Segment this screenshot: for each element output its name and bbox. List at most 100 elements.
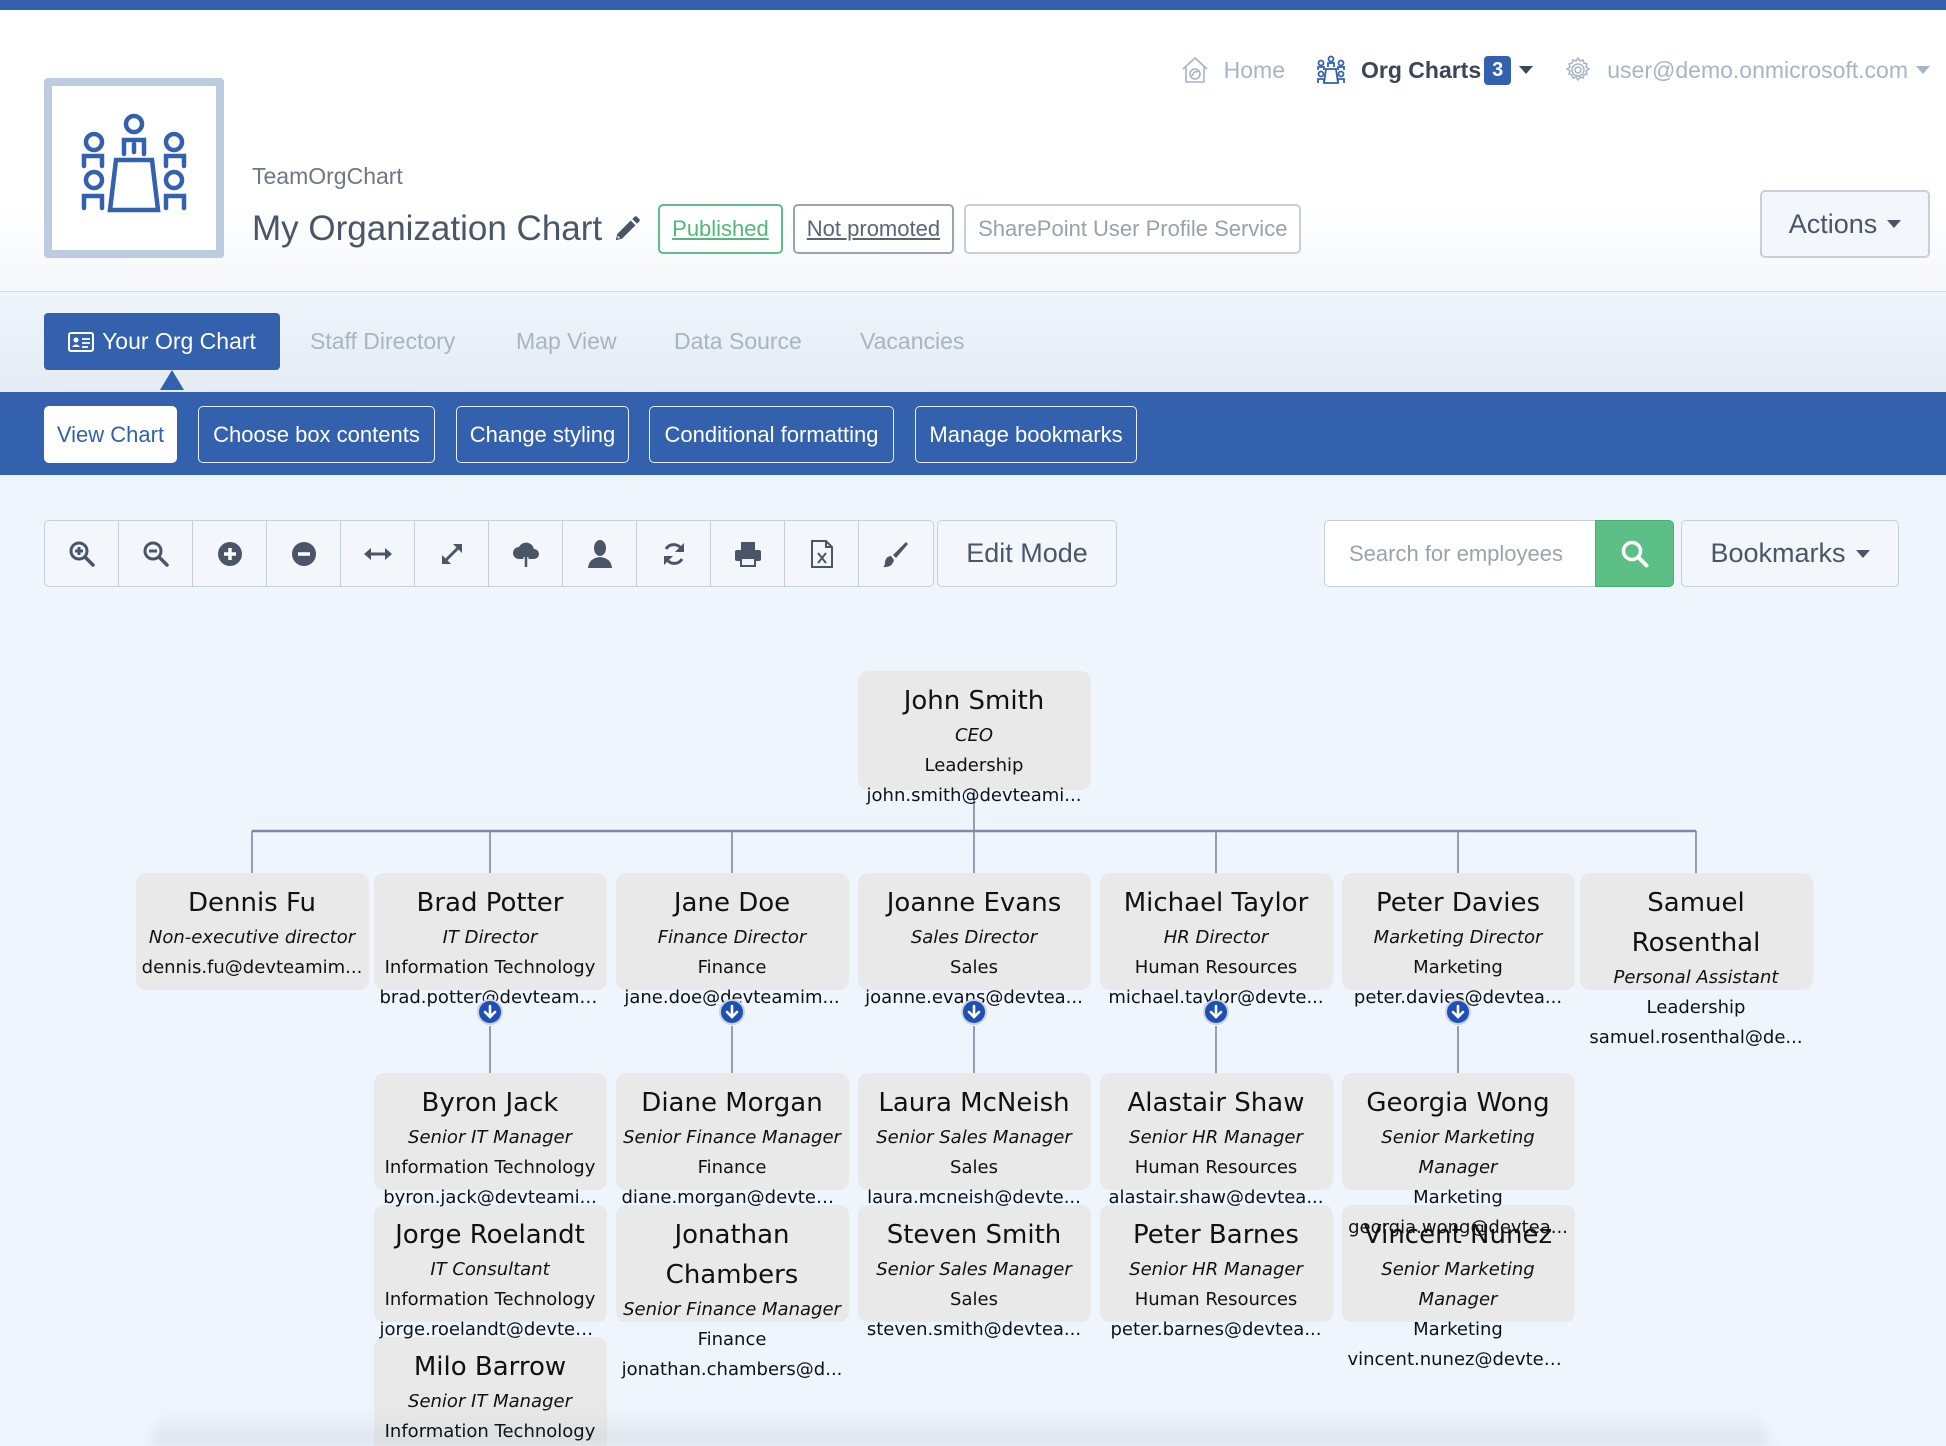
subtab-view-chart[interactable]: View Chart bbox=[44, 406, 177, 463]
zoom-out-button[interactable] bbox=[119, 521, 193, 586]
print-button[interactable] bbox=[711, 521, 785, 586]
node-email[interactable]: jonathan.chambers@d... bbox=[616, 1355, 849, 1385]
sub-toolbar: View Chart Choose box contents Change st… bbox=[0, 392, 1946, 475]
subtab-change-styling[interactable]: Change styling bbox=[456, 406, 629, 463]
node-title: Finance Director bbox=[657, 927, 807, 948]
top-accent-bar bbox=[0, 0, 1946, 10]
node-email[interactable]: dennis.fu@devteamim... bbox=[136, 953, 369, 983]
org-node[interactable]: Jane Doe Finance Director Finance jane.doe@… bbox=[615, 873, 849, 1013]
chevron-down-icon bbox=[1887, 220, 1902, 228]
nav-home[interactable]: Home bbox=[1180, 55, 1285, 85]
chevron-down-icon bbox=[1855, 549, 1870, 558]
expand-node-button[interactable] bbox=[719, 999, 745, 1025]
edit-title-pencil-icon[interactable] bbox=[612, 214, 642, 244]
org-node[interactable]: Milo Barrow Senior IT Manager Information … bbox=[373, 1337, 607, 1446]
bookmarks-dropdown-button[interactable]: Bookmarks bbox=[1681, 520, 1899, 587]
node-title: Senior HR Manager bbox=[1129, 1259, 1303, 1280]
tab-vacancies[interactable]: Vacancies bbox=[860, 313, 964, 370]
node-department: Marketing bbox=[1413, 1319, 1503, 1340]
node-name: Dennis Fu bbox=[187, 888, 317, 918]
org-node[interactable]: Vincent Nunez Senior Marketing Manager Mar… bbox=[1341, 1205, 1575, 1375]
expand-node-button[interactable] bbox=[961, 999, 987, 1025]
subtab-choose-box-contents[interactable]: Choose box contents bbox=[198, 406, 435, 463]
nav-user-menu[interactable]: user@demo.onmicrosoft.com bbox=[1563, 55, 1930, 85]
node-name: Jorge Roelandt bbox=[395, 1220, 585, 1250]
styling-brush-button[interactable] bbox=[859, 521, 933, 586]
org-node[interactable]: Joanne Evans Sales Director Sales joanne.ev… bbox=[857, 873, 1091, 1013]
header: TeamOrgChart My Organization Chart Publi… bbox=[0, 10, 1946, 292]
node-department: Human Resources bbox=[1134, 1289, 1298, 1310]
org-node[interactable]: Diane Morgan Senior Finance Manager Financ… bbox=[615, 1073, 849, 1213]
node-email[interactable]: peter.barnes@devtea... bbox=[1100, 1315, 1333, 1345]
node-title: Personal Assistant bbox=[1613, 967, 1779, 988]
upload-button[interactable] bbox=[489, 521, 563, 586]
arrow-down-icon bbox=[1451, 1004, 1465, 1019]
org-node[interactable]: Samuel Rosenthal Personal Assistant Leader… bbox=[1579, 873, 1813, 1053]
employee-search-input[interactable] bbox=[1324, 520, 1595, 587]
org-node[interactable]: Steven Smith Senior Sales Manager Sales ste… bbox=[857, 1205, 1091, 1345]
tab-data-source[interactable]: Data Source bbox=[674, 313, 802, 370]
employee-search bbox=[1324, 520, 1674, 587]
not-promoted-badge[interactable]: Not promoted bbox=[792, 204, 955, 254]
paint-brush-icon bbox=[883, 541, 908, 567]
app-logo[interactable] bbox=[44, 78, 224, 258]
org-chart-canvas[interactable]: John Smith CEO Leadership john.smith@devtea… bbox=[0, 600, 1946, 1446]
tab-staff-directory[interactable]: Staff Directory bbox=[310, 313, 455, 370]
node-title: Senior Sales Manager bbox=[876, 1259, 1072, 1280]
fullscreen-button[interactable] bbox=[415, 521, 489, 586]
node-name: Milo Barrow bbox=[413, 1352, 567, 1382]
node-name: Vincent Nunez bbox=[1363, 1220, 1553, 1250]
node-email[interactable]: vincent.nunez@devtea... bbox=[1342, 1345, 1575, 1375]
user-icon bbox=[587, 539, 612, 568]
node-email[interactable]: steven.smith@devtea... bbox=[858, 1315, 1091, 1345]
node-email[interactable]: samuel.rosenthal@de... bbox=[1580, 1023, 1813, 1053]
node-name: Steven Smith bbox=[886, 1220, 1062, 1250]
org-chart-logo-icon bbox=[81, 113, 187, 213]
expand-node-button[interactable] bbox=[477, 999, 503, 1025]
org-node[interactable]: Michael Taylor HR Director Human Resources… bbox=[1099, 873, 1333, 1013]
nav-org-charts[interactable]: Org Charts 3 bbox=[1315, 55, 1534, 85]
org-node[interactable]: Dennis Fu Non-executive director dennis.fu… bbox=[135, 873, 369, 990]
org-node[interactable]: Jonathan Chambers Senior Finance Manager F… bbox=[615, 1205, 849, 1385]
tab-map-view[interactable]: Map View bbox=[516, 313, 617, 370]
home-icon bbox=[1182, 56, 1208, 83]
actions-dropdown-button[interactable]: Actions bbox=[1760, 190, 1930, 258]
arrow-down-icon bbox=[725, 1004, 739, 1019]
page-title: My Organization Chart bbox=[252, 209, 603, 248]
node-department: Information Technology bbox=[384, 1421, 596, 1442]
search-button[interactable] bbox=[1595, 520, 1674, 587]
org-node[interactable]: Jorge Roelandt IT Consultant Information T… bbox=[373, 1205, 607, 1345]
subtab-manage-bookmarks[interactable]: Manage bookmarks bbox=[915, 406, 1137, 463]
edit-mode-button[interactable]: Edit Mode bbox=[937, 520, 1117, 587]
gear-icon bbox=[1565, 56, 1591, 82]
node-name: Diane Morgan bbox=[641, 1088, 823, 1118]
org-charts-count-badge: 3 bbox=[1484, 55, 1512, 85]
tab-your-org-chart[interactable]: Your Org Chart bbox=[44, 313, 280, 390]
refresh-button[interactable] bbox=[637, 521, 711, 586]
node-title: IT Director bbox=[442, 927, 538, 948]
collapse-all-button[interactable] bbox=[267, 521, 341, 586]
org-node[interactable]: Byron Jack Senior IT Manager Information T… bbox=[373, 1073, 607, 1213]
node-email[interactable]: john.smith@devteami... bbox=[858, 781, 1091, 811]
expand-node-button[interactable] bbox=[1445, 999, 1471, 1025]
org-node[interactable]: John Smith CEO Leadership john.smith@devtea… bbox=[857, 671, 1091, 811]
org-node[interactable]: Peter Davies Marketing Director Marketing p… bbox=[1341, 873, 1575, 1013]
node-title: IT Consultant bbox=[430, 1259, 550, 1280]
user-button[interactable] bbox=[563, 521, 637, 586]
node-name: Brad Potter bbox=[416, 888, 564, 918]
org-node[interactable]: Laura McNeish Senior Sales Manager Sales la… bbox=[857, 1073, 1091, 1213]
expand-all-button[interactable] bbox=[193, 521, 267, 586]
node-title: Senior Marketing Manager bbox=[1381, 1259, 1535, 1310]
zoom-in-button[interactable] bbox=[45, 521, 119, 586]
org-node[interactable]: Alastair Shaw Senior HR Manager Human Reso… bbox=[1099, 1073, 1333, 1213]
published-badge[interactable]: Published bbox=[658, 204, 783, 254]
expand-node-button[interactable] bbox=[1203, 999, 1229, 1025]
org-node[interactable]: Brad Potter IT Director Information Techno… bbox=[373, 873, 607, 1013]
node-department: Sales bbox=[950, 1157, 998, 1178]
node-department: Information Technology bbox=[384, 1157, 596, 1178]
subtab-conditional-formatting[interactable]: Conditional formatting bbox=[649, 406, 894, 463]
node-department: Finance bbox=[697, 1329, 767, 1350]
fit-width-button[interactable] bbox=[341, 521, 415, 586]
export-excel-button[interactable] bbox=[785, 521, 859, 586]
org-node[interactable]: Peter Barnes Senior HR Manager Human Resou… bbox=[1099, 1205, 1333, 1345]
